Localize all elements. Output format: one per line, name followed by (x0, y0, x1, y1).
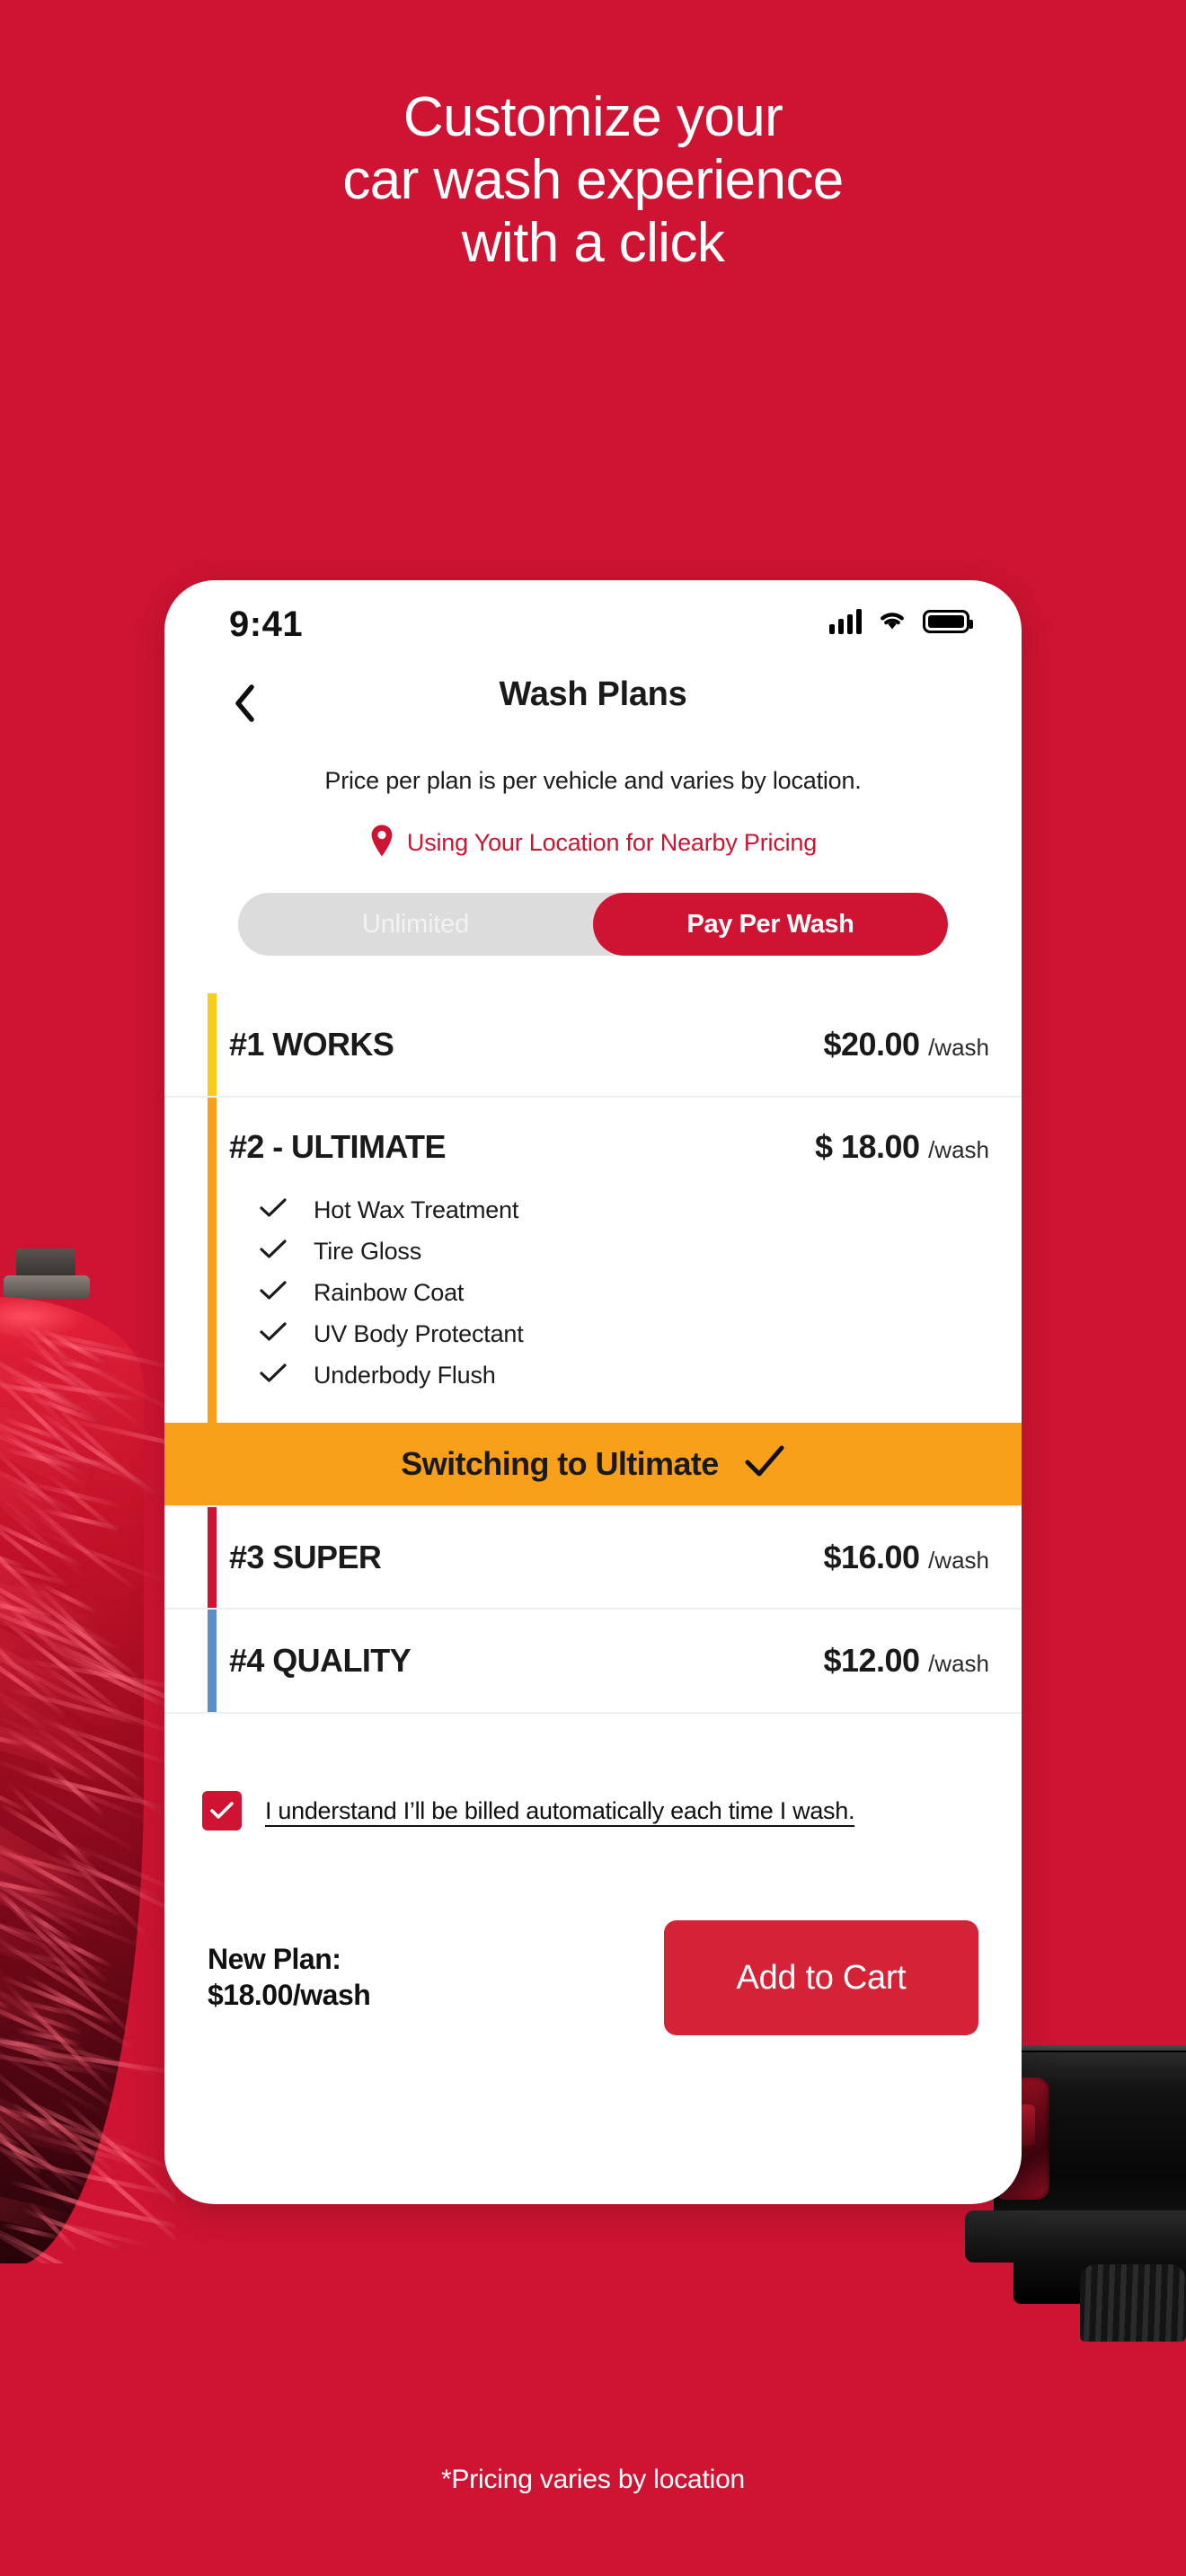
headline-line-2: car wash experience (0, 149, 1186, 212)
plan-type-segmented-control[interactable]: Unlimited Pay Per Wash (238, 893, 948, 956)
brush-bristle-body (0, 1297, 144, 2263)
plan-feature: UV Body Protectant (260, 1313, 1022, 1354)
chevron-left-icon (233, 684, 256, 728)
plan-feature-label: Underbody Flush (314, 1362, 496, 1389)
pricing-subtitle: Price per plan is per vehicle and varies… (164, 767, 1022, 795)
plan-price-amount: $ 18.00 (815, 1128, 920, 1165)
plan-name: #3 SUPER (229, 1539, 823, 1576)
plan-price: $ 18.00 /wash (815, 1128, 989, 1166)
plan-feature: Tire Gloss (260, 1231, 1022, 1272)
brush-hub-mid (16, 1248, 75, 1277)
new-plan-summary: New Plan: $18.00/wash (208, 1942, 664, 2013)
new-plan-label: New Plan: (208, 1942, 664, 1978)
plan-stripe-works (208, 993, 217, 1096)
wifi-icon (877, 607, 907, 635)
new-plan-price: $18.00/wash (208, 1978, 664, 2014)
plan-name: #4 QUALITY (229, 1642, 823, 1680)
phone-screen: 9:41 Wash Plans Price per plan is per ve… (164, 580, 1022, 2204)
page-title: Wash Plans (164, 666, 1022, 722)
headline-line-3: with a click (0, 212, 1186, 275)
checkout-action-bar: New Plan: $18.00/wash Add to Cart (164, 1920, 1022, 2035)
plan-price-unit: /wash (928, 1136, 989, 1163)
promo-headline: Customize your car wash experience with … (0, 86, 1186, 275)
location-notice-label: Using Your Location for Nearby Pricing (407, 829, 817, 857)
plan-block-ultimate[interactable]: #2 - ULTIMATE $ 18.00 /wash Hot Wax Trea… (164, 1098, 1022, 1423)
plan-price: $16.00 /wash (823, 1539, 989, 1576)
plan-price-unit: /wash (928, 1034, 989, 1061)
plan-feature: Hot Wax Treatment (260, 1189, 1022, 1231)
billing-disclaimer-label: I understand I’ll be billed automaticall… (265, 1797, 854, 1825)
brush-hub-flange (4, 1275, 90, 1299)
add-to-cart-button[interactable]: Add to Cart (664, 1920, 978, 2035)
cellular-signal-icon (829, 609, 862, 634)
billing-disclaimer[interactable]: I understand I’ll be billed automaticall… (164, 1791, 1022, 1831)
plan-feature-label: Rainbow Coat (314, 1279, 464, 1307)
location-notice[interactable]: Using Your Location for Nearby Pricing (164, 824, 1022, 862)
map-pin-icon (369, 824, 394, 862)
segment-unlimited[interactable]: Unlimited (238, 893, 593, 956)
plan-price-unit: /wash (928, 1547, 989, 1574)
plan-stripe-ultimate (208, 1098, 217, 1423)
back-button[interactable] (220, 681, 269, 729)
wash-plan-list: #1 WORKS $20.00 /wash #2 - ULTIMATE $ 18… (164, 993, 1022, 1714)
plan-price-amount: $16.00 (823, 1539, 919, 1575)
battery-icon (923, 610, 969, 633)
plan-price-unit: /wash (928, 1650, 989, 1677)
truck-tire (1080, 2264, 1186, 2342)
truck-bumper (965, 2210, 1186, 2263)
status-icons (829, 607, 969, 635)
switching-to-ultimate-banner[interactable]: Switching to Ultimate (164, 1423, 1022, 1505)
check-icon (260, 1239, 287, 1265)
check-icon (260, 1280, 287, 1306)
plan-row-ultimate[interactable]: #2 - ULTIMATE $ 18.00 /wash (164, 1098, 1022, 1166)
status-bar: 9:41 (164, 580, 1022, 666)
brush-hub-top (2, 1211, 92, 1252)
headline-line-1: Customize your (0, 86, 1186, 149)
segment-pay-per-wash[interactable]: Pay Per Wash (593, 893, 948, 956)
switching-banner-label: Switching to Ultimate (401, 1445, 718, 1483)
billing-disclaimer-checkbox[interactable] (202, 1791, 242, 1831)
plan-price: $20.00 /wash (823, 1026, 989, 1063)
check-icon (260, 1321, 287, 1347)
plan-name: #1 WORKS (229, 1026, 823, 1063)
plan-row-quality[interactable]: #4 QUALITY $12.00 /wash (164, 1610, 1022, 1714)
plan-feature-label: Hot Wax Treatment (314, 1196, 518, 1224)
car-wash-brush-image (0, 1204, 175, 2263)
app-navbar: Wash Plans (164, 666, 1022, 744)
plan-price-amount: $12.00 (823, 1642, 919, 1679)
plan-stripe-quality (208, 1610, 217, 1712)
plan-name: #2 - ULTIMATE (229, 1128, 815, 1166)
truck-roofline (997, 2045, 1186, 2060)
plan-price: $12.00 /wash (823, 1642, 989, 1680)
truck-underbody (1013, 2257, 1186, 2304)
plan-row-super[interactable]: #3 SUPER $16.00 /wash (164, 1505, 1022, 1610)
plan-row-works[interactable]: #1 WORKS $20.00 /wash (164, 993, 1022, 1098)
pricing-footnote: *Pricing varies by location (0, 2465, 1186, 2495)
plan-feature: Underbody Flush (260, 1354, 1022, 1396)
check-icon (260, 1197, 287, 1223)
check-icon (260, 1363, 287, 1389)
status-time: 9:41 (229, 604, 303, 645)
plan-feature-label: Tire Gloss (314, 1238, 421, 1266)
plan-feature-list: Hot Wax Treatment Tire Gloss Rainbow Coa… (164, 1166, 1022, 1423)
plan-price-amount: $20.00 (823, 1026, 919, 1063)
plan-stripe-super (208, 1507, 217, 1608)
plan-feature-label: UV Body Protectant (314, 1320, 524, 1348)
check-icon (744, 1444, 785, 1485)
plan-feature: Rainbow Coat (260, 1272, 1022, 1313)
truck-body (994, 2051, 1186, 2230)
